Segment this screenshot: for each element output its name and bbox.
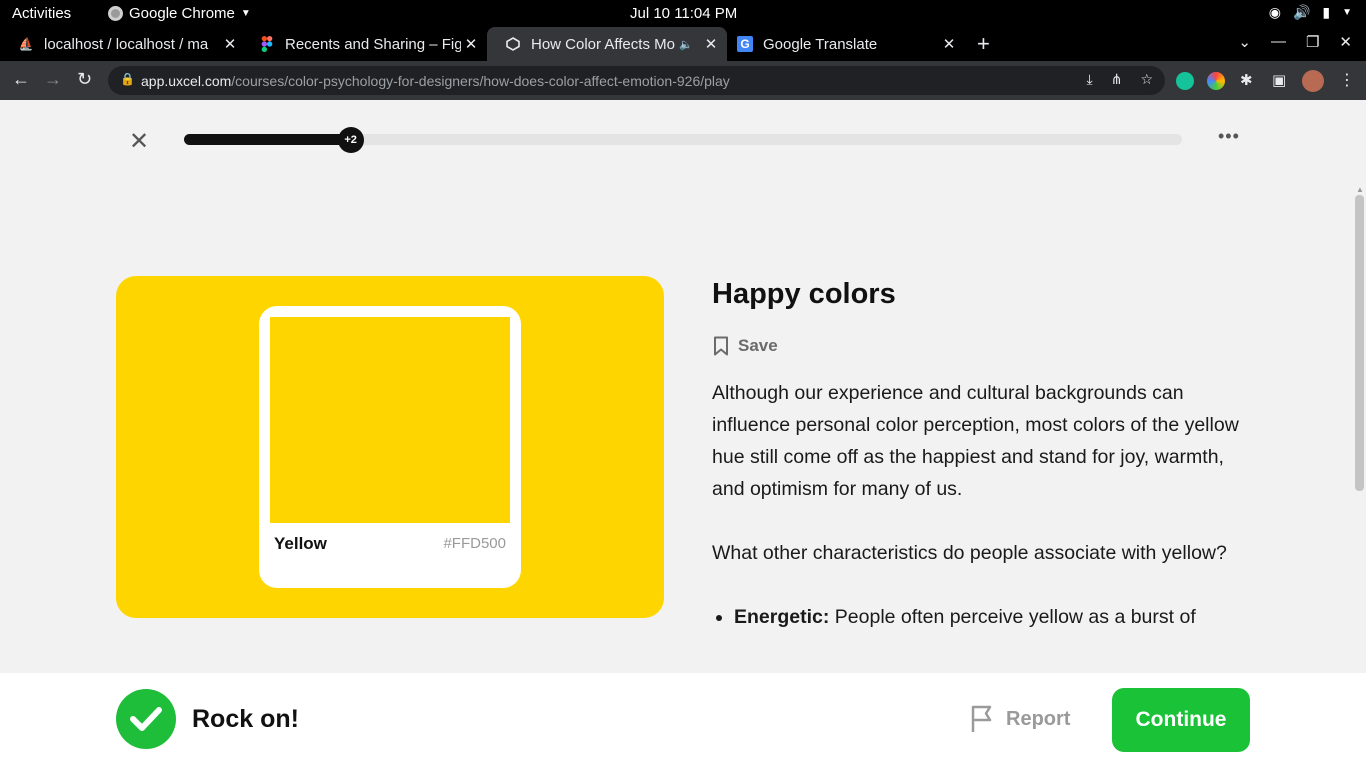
lesson-title: Happy colors xyxy=(712,278,896,310)
save-label: Save xyxy=(738,336,778,355)
lesson-paragraph: What other characteristics do people ass… xyxy=(712,542,1227,564)
install-app-icon[interactable]: ⤓ xyxy=(1087,71,1093,88)
battery-icon: ▮ xyxy=(1322,4,1331,20)
system-tray[interactable]: ◉ 🔊 ▮ ▼ xyxy=(1269,4,1352,21)
flag-icon xyxy=(971,705,992,732)
tab-search-icon[interactable]: ⌄ xyxy=(1238,33,1251,51)
feedback-message: Rock on! xyxy=(192,705,299,733)
tab-title: How Color Affects Mo xyxy=(531,35,675,53)
uxcel-icon xyxy=(505,36,521,52)
close-tab-icon[interactable]: ✕ xyxy=(701,35,721,53)
close-tab-icon[interactable]: ✕ xyxy=(461,35,481,53)
color-swatch xyxy=(270,317,510,523)
new-tab-button[interactable]: + xyxy=(977,31,990,57)
share-icon[interactable]: ⋔ xyxy=(1111,71,1123,88)
bookmark-icon xyxy=(714,336,728,356)
tab-title: localhost / localhost / ma xyxy=(44,35,209,53)
lesson-progress-bar: +2 xyxy=(184,127,1182,153)
tab-title: Google Translate xyxy=(763,35,878,53)
more-options-icon[interactable]: ••• xyxy=(1218,126,1240,147)
bullet-text: People often perceive yellow as a burst … xyxy=(829,606,1196,628)
omnibox-actions: ⤓ ⋔ ☆ xyxy=(1087,71,1154,88)
browser-menu-icon[interactable]: ⋮ xyxy=(1339,70,1355,90)
clock[interactable]: Jul 10 11:04 PM xyxy=(630,5,737,22)
success-check-icon xyxy=(116,689,176,749)
forward-icon[interactable]: → xyxy=(44,69,62,90)
google-translate-icon: G xyxy=(737,36,753,52)
tab-phpmyadmin[interactable]: ⛵ localhost / localhost / ma ✕ xyxy=(0,27,246,61)
wifi-icon: ◉ xyxy=(1268,4,1281,20)
side-panel-icon[interactable]: ▣ xyxy=(1272,71,1286,89)
lesson-content: Happy colors Save Although our experienc… xyxy=(712,276,1252,633)
chrome-icon xyxy=(108,6,123,21)
caret-down-icon: ▼ xyxy=(240,8,251,19)
tab-strip: ⛵ localhost / localhost / ma ✕ Recents a… xyxy=(0,27,1366,61)
characteristics-list: Energetic: People often perceive yellow … xyxy=(712,601,1252,633)
tab-uxcel[interactable]: How Color Affects Mo 🔈 ✕ xyxy=(487,27,727,61)
app-menu-label: Google Chrome xyxy=(129,5,235,22)
phpmyadmin-icon: ⛵ xyxy=(18,37,34,51)
caret-down-icon: ▼ xyxy=(1342,7,1352,18)
swatch-name: Yellow xyxy=(274,534,327,553)
reload-icon[interactable]: ↻ xyxy=(77,69,92,90)
avatar[interactable] xyxy=(1302,70,1324,92)
close-tab-icon[interactable]: ✕ xyxy=(220,35,240,53)
list-item: Energetic: People often perceive yellow … xyxy=(734,601,1252,633)
tab-google-translate[interactable]: G Google Translate ✕ xyxy=(719,27,965,61)
continue-button[interactable]: Continue xyxy=(1112,688,1250,752)
lesson-page: ✕ +2 ••• ▲ Yellow #FFD500 Happy colors S… xyxy=(0,100,1366,768)
minimize-icon[interactable]: — xyxy=(1271,33,1286,51)
url-text[interactable]: app.uxcel.com/courses/color-psychology-f… xyxy=(141,73,730,89)
tab-title: Recents and Sharing – Fig xyxy=(285,35,461,53)
color-swatch-card: Yellow #FFD500 xyxy=(259,306,521,588)
figma-icon xyxy=(259,36,275,52)
activities-button[interactable]: Activities xyxy=(12,5,71,22)
report-label: Report xyxy=(1006,707,1071,730)
close-icon[interactable]: ✕ xyxy=(129,130,149,154)
address-bar[interactable]: 🔒 app.uxcel.com/courses/color-psychology… xyxy=(108,66,1165,95)
tab-figma[interactable]: Recents and Sharing – Fig ✕ xyxy=(241,27,487,61)
app-menu[interactable]: Google Chrome ▼ xyxy=(108,5,251,22)
lock-icon[interactable]: 🔒 xyxy=(120,72,135,86)
report-button[interactable]: Report xyxy=(970,705,1070,733)
extensions-puzzle-icon[interactable]: ✱ xyxy=(1240,71,1253,89)
color-picker-extension-icon[interactable] xyxy=(1207,72,1225,90)
scrollbar-thumb[interactable] xyxy=(1355,195,1364,491)
volume-icon: 🔊 xyxy=(1292,4,1311,20)
swatch-hex: #FFD500 xyxy=(443,535,506,552)
scroll-up-icon[interactable]: ▲ xyxy=(1356,185,1364,194)
lesson-paragraph: Although our experience and cultural bac… xyxy=(712,382,1239,500)
feedback-bar: Rock on! Report Continue xyxy=(0,673,1366,768)
bullet-term: Energetic: xyxy=(734,606,830,628)
progress-badge: +2 xyxy=(337,127,364,153)
color-illustration-card: Yellow #FFD500 xyxy=(116,276,664,618)
window-controls: ⌄ — ❐ ✕ xyxy=(1238,33,1352,51)
back-icon[interactable]: ← xyxy=(12,69,30,90)
maximize-icon[interactable]: ❐ xyxy=(1306,33,1319,51)
browser-toolbar: ← → ↻ 🔒 app.uxcel.com/courses/color-psyc… xyxy=(0,61,1366,100)
close-window-icon[interactable]: ✕ xyxy=(1339,33,1352,51)
close-tab-icon[interactable]: ✕ xyxy=(939,35,959,53)
progress-fill xyxy=(184,134,351,145)
system-top-bar: Activities Google Chrome ▼ Jul 10 11:04 … xyxy=(0,0,1366,27)
save-button[interactable]: Save xyxy=(712,336,1252,356)
grammarly-icon[interactable] xyxy=(1176,72,1194,90)
bookmark-star-icon[interactable]: ☆ xyxy=(1140,71,1153,88)
audio-playing-icon[interactable]: 🔈 xyxy=(679,38,693,51)
